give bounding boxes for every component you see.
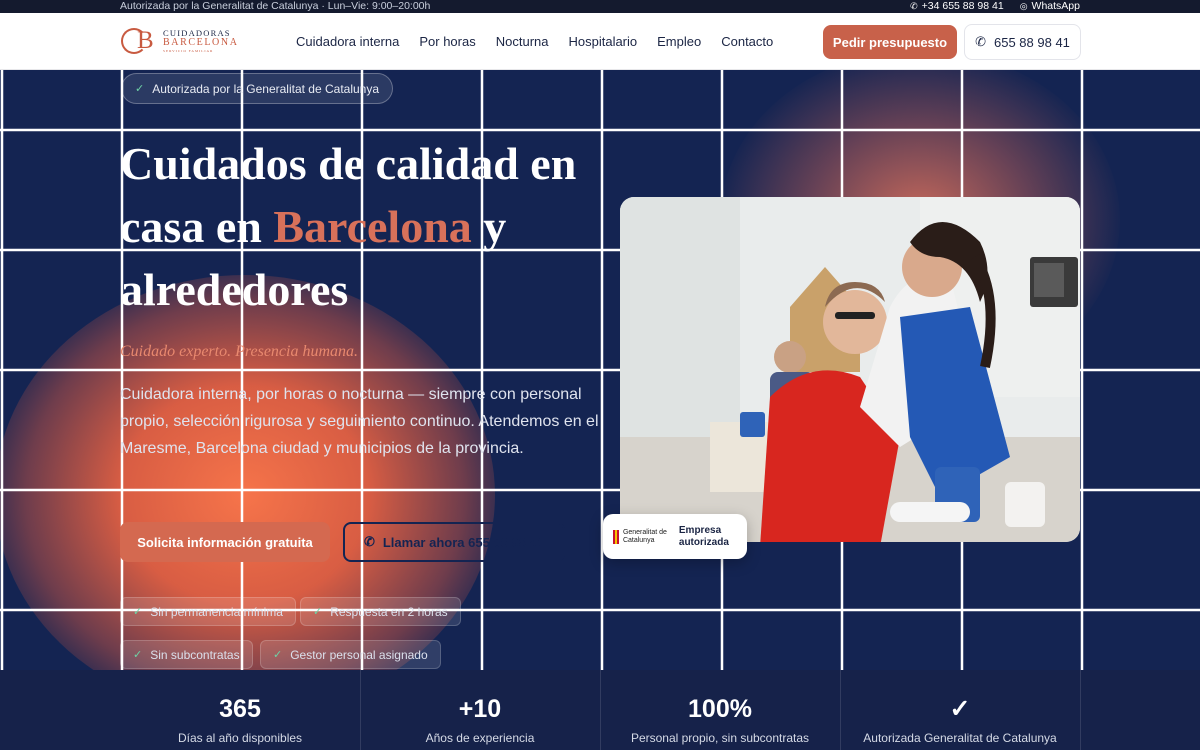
stat-authorized: ✓ Autorizada Generalitat de Catalunya: [840, 670, 1080, 750]
stats-bar: 365 Días al año disponibles +10 Años de …: [0, 670, 1200, 750]
hero-photo-caregiver: [620, 197, 1080, 542]
topbar-phone-text: +34 655 88 98 41: [921, 0, 1004, 12]
logo-line-2: BARCELONA: [163, 37, 239, 48]
call-now-button[interactable]: ✆ Llamar ahora 655 88 98 41: [343, 522, 565, 562]
topbar-info-text: Autorizada por la Generalitat de Catalun…: [120, 0, 431, 12]
check-icon: ✓: [133, 649, 143, 661]
hero-title: Cuidados de calidad en casa en Barcelona…: [120, 132, 620, 321]
generalitat-logo: Generalitat de Catalunya: [613, 529, 669, 545]
logo-line-3: SERVICIO FAMILIAR: [163, 49, 214, 53]
check-icon: ✓: [135, 83, 145, 95]
hero-section: ✓ Autorizada por la Generalitat de Catal…: [0, 70, 1200, 670]
phone-icon: ✆: [975, 34, 986, 49]
nav-item-por-horas[interactable]: Por horas: [419, 34, 475, 49]
logo-line-1: CUIDADORAS: [163, 27, 231, 38]
nav-phone-button[interactable]: ✆ 655 88 98 41: [964, 24, 1081, 60]
topbar-whatsapp-text: WhatsApp: [1031, 0, 1080, 12]
authorization-badge-text: Autorizada por la Generalitat de Catalun…: [152, 81, 380, 96]
feature-chip: ✓ Sin subcontratas: [120, 640, 253, 669]
authorized-company-text: Empresa autorizada: [678, 524, 729, 548]
stat-label: Personal propio, sin subcontratas: [630, 731, 810, 745]
feature-chip-text: Sin subcontratas: [150, 647, 240, 662]
topbar-phone-link[interactable]: ✆ +34 655 88 98 41: [910, 0, 1004, 13]
stat-label: Autorizada Generalitat de Catalunya: [863, 731, 1057, 745]
stat-value: 365: [219, 695, 261, 723]
authorization-badge: ✓ Autorizada por la Generalitat de Catal…: [121, 73, 394, 104]
request-quote-button[interactable]: Pedir presupuesto: [823, 25, 957, 59]
feature-chip-text: Gestor personal asignado: [290, 647, 428, 662]
site-logo[interactable]: B CUIDADORAS BARCELONA SERVICIO FAMILIAR: [121, 27, 239, 55]
nav-item-nocturna[interactable]: Nocturna: [496, 34, 549, 49]
feature-chip: ✓ Sin permanencia mínima: [120, 597, 296, 626]
whatsapp-icon: ◎: [1019, 1, 1028, 11]
request-info-button[interactable]: Solicita información gratuita: [120, 522, 330, 562]
topbar-whatsapp-link[interactable]: ◎ WhatsApp: [1020, 0, 1080, 13]
topbar-contacts: ✆ +34 655 88 98 41 ◎ WhatsApp: [910, 0, 1080, 13]
nav-item-cuidadora-interna[interactable]: Cuidadora interna: [296, 34, 399, 49]
nav-phone-text: 655 88 98 41: [994, 34, 1070, 50]
catalan-flag-icon: [613, 529, 619, 544]
nav-item-empleo[interactable]: Empleo: [657, 34, 701, 49]
stat-divider: [1080, 670, 1081, 750]
feature-chip-text: Sin permanencia mínima: [150, 604, 283, 619]
check-icon: ✓: [273, 649, 283, 661]
stat-years-experience: +10 Años de experiencia: [360, 670, 600, 750]
call-now-text: Llamar ahora 655 88 98 41: [382, 534, 545, 550]
top-info-bar: Autorizada por la Generalitat de Catalun…: [0, 0, 1200, 13]
feature-chip: ✓ Respuesta en 2 horas: [300, 597, 461, 626]
feature-chip: ✓ Gestor personal asignado: [260, 640, 441, 669]
stat-value: 100%: [688, 695, 752, 723]
phone-icon: ✆: [363, 534, 375, 549]
hero-tagline: Cuidado experto. Presencia humana.: [120, 343, 359, 360]
nav-item-contacto[interactable]: Contacto: [721, 34, 773, 49]
stat-own-staff: 100% Personal propio, sin subcontratas: [600, 670, 840, 750]
logo-mark-icon: B: [121, 27, 159, 55]
stat-days-available: 365 Días al año disponibles: [120, 670, 360, 750]
nav-menu: Cuidadora interna Por horas Nocturna Hos…: [296, 13, 793, 70]
check-icon: ✓: [313, 606, 323, 618]
stat-value: +10: [458, 695, 502, 723]
main-navigation: B CUIDADORAS BARCELONA SERVICIO FAMILIAR…: [0, 13, 1200, 70]
check-icon: ✓: [133, 606, 143, 618]
hero-title-highlight: Barcelona: [273, 201, 472, 252]
nav-item-hospitalario[interactable]: Hospitalario: [568, 34, 637, 49]
stat-label: Años de experiencia: [425, 731, 535, 745]
hero-description: Cuidadora interna, por horas o nocturna …: [120, 386, 599, 457]
phone-icon: ✆: [910, 1, 918, 11]
feature-chip-text: Respuesta en 2 horas: [330, 604, 448, 619]
stat-label: Días al año disponibles: [177, 731, 303, 745]
check-icon: ✓: [949, 695, 971, 723]
generalitat-authorized-badge: Generalitat de Catalunya Empresa autoriz…: [603, 514, 747, 559]
generalitat-logo-text: Generalitat de Catalunya: [622, 528, 667, 544]
logo-wordmark: CUIDADORAS BARCELONA SERVICIO FAMILIAR: [163, 27, 239, 54]
